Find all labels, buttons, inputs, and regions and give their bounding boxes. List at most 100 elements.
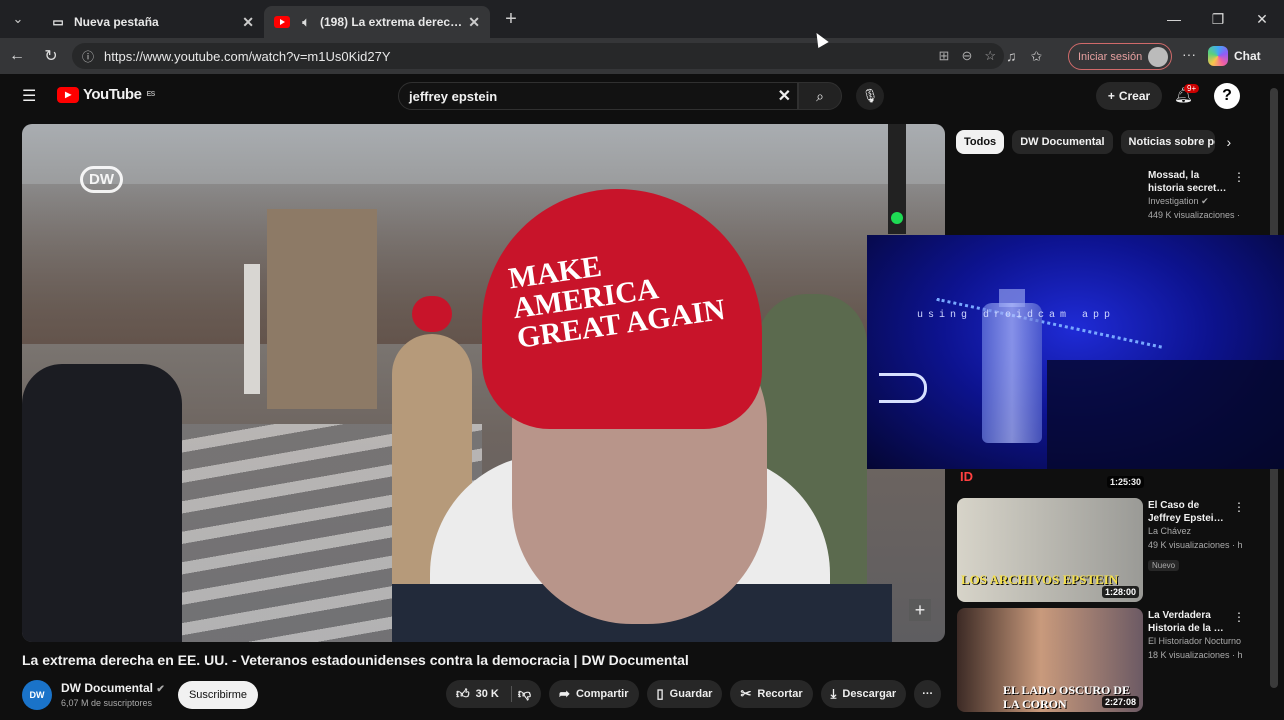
download-button[interactable]: ⤓ Descargar [820,680,907,708]
video-title: La extrema derecha en EE. UU. - Veterano… [22,652,689,668]
account-avatar[interactable]: ? [1214,83,1240,109]
address-toolbar: ← ↻ ⓘ https://www.youtube.com/watch?v=m1… [0,38,1284,74]
recommendation-item[interactable]: LOS ARCHIVOS EPSTEIN 1:28:00 El Caso de … [957,498,1247,602]
favorite-star-icon[interactable]: ☆ [984,48,996,64]
create-button[interactable]: + Crear [1096,82,1162,110]
youtube-icon [274,14,290,30]
related-chips: Todos DW Documental Noticias sobre po › [956,130,1231,154]
share-icon: ➦ [559,686,570,701]
subscribe-button[interactable]: Suscribirme [178,681,258,709]
channel-name-text: DW Documental [61,681,154,695]
back-icon[interactable]: ← [0,47,34,65]
more-vert-icon[interactable]: ⋮ [1233,610,1245,624]
chip-all[interactable]: Todos [956,130,1005,154]
more-vert-icon[interactable]: ⋮ [1233,500,1245,514]
maximize-button[interactable]: ❐ [1196,0,1240,38]
recommendation-title[interactable]: La Verdadera Historia de la … [1148,609,1234,635]
save-button[interactable]: ▯ Guardar [646,680,723,708]
video-actions: 👍︎ 30 K 👎︎ ➦ Compartir ▯ Guardar ✂ Recortar ⤓… [446,680,942,708]
video-sign [244,264,260,394]
search-input[interactable]: jeffrey epstein ✕ [398,82,798,110]
menu-icon[interactable]: ☰ [22,86,36,106]
share-label: Compartir [575,688,629,700]
profile-avatar [1148,47,1168,67]
like-divider [510,686,512,702]
search-icon: ⌕ [816,87,824,104]
verified-icon: ✔ [1201,196,1209,206]
clip-button[interactable]: ✂ Recortar [730,680,813,708]
tab-title: Nueva pestaña [74,15,159,29]
close-window-button[interactable]: ✕ [1240,0,1284,38]
minimize-button[interactable]: — [1152,0,1196,38]
tab-new-tab[interactable]: ▭ Nueva pestaña ✕ [40,6,264,38]
recommendation-thumbnail[interactable]: LOS ARCHIVOS EPSTEIN 1:28:00 [957,498,1143,602]
recommendation-channel[interactable]: La Chávez [1148,526,1191,536]
recommendation-channel[interactable]: Investigation ✔ [1148,196,1209,207]
recommendation-title[interactable]: Mossad, la historia secret… [1148,169,1234,195]
chip-news[interactable]: Noticias sobre po [1120,130,1215,154]
youtube-logo[interactable]: ▶ YouTube ES [57,86,155,103]
plus-icon: + [1107,89,1115,103]
bottle [982,303,1042,443]
tab-actions-menu-icon[interactable]: ⌄ [0,0,36,38]
download-label: Descargar [842,688,897,700]
like-count: 30 K [475,688,499,700]
more-actions-button[interactable]: ··· [914,680,942,708]
subscriber-count: 6,07 M de suscriptores [61,698,153,708]
thumbnail-caption: LOS ARCHIVOS EPSTEIN [961,572,1119,587]
url-actions: ⊞ ⊖ ☆ [939,48,996,64]
video-owner-row: DW DW Documental ✔ 6,07 M de suscriptore… [22,678,945,714]
logo-region: ES [146,91,155,98]
scissors-icon: ✂ [740,686,752,701]
voice-search-button[interactable]: 🎙︎ [856,82,884,110]
url-field[interactable]: ⓘ https://www.youtube.com/watch?v=m1Us0K… [72,43,1004,69]
recommendation-title[interactable]: El Caso de Jeffrey Epstei… [1148,499,1234,525]
tab-youtube[interactable]: 🔈︎ (198) La extrema derecha en EE. UU. ✕ [264,6,490,38]
recommendation-channel[interactable]: El Historiador Nocturno [1148,636,1241,646]
recommendation-channel-text: Investigation [1148,196,1199,206]
overlay-shadow [1047,360,1284,469]
sign-in-button[interactable]: Iniciar sesión [1068,43,1172,70]
recommendation-item[interactable]: EL LADO OSCURO DE LA CORON 2:27:08 La Ve… [957,608,1247,712]
channel-avatar[interactable]: DW [22,680,52,710]
new-badge: Nuevo [1148,560,1180,571]
sign-in-label: Iniciar sesión [1078,50,1143,63]
new-tab-button[interactable]: + [496,8,526,31]
more-vert-icon[interactable]: ⋮ [1233,170,1245,184]
close-tab-icon[interactable]: ✕ [242,14,254,31]
youtube-masthead: ☰ ▶ YouTube ES jeffrey epstein ✕ ⌕ 🎙︎ + … [0,74,1264,118]
site-info-icon[interactable]: ⓘ [82,48,94,65]
video-green-light [891,212,903,224]
notifications-badge: 9+ [1184,84,1200,93]
video-pillar [267,209,377,409]
clip-label: Recortar [757,688,803,700]
more-menu-icon[interactable]: ··· [1182,46,1196,62]
like-button[interactable]: 👍︎ 30 K 👎︎ [446,680,542,708]
copilot-chat-button[interactable]: Chat [1208,43,1278,69]
thumbs-down-icon[interactable]: 👎︎ [518,686,531,702]
video-duration: 1:28:00 [1101,586,1139,598]
recommendation-meta: 49 K visualizaciones · h [1148,540,1243,550]
video-foreground-shoulder [22,364,182,642]
speaker-icon[interactable]: 🔈︎ [298,14,314,30]
channel-name[interactable]: DW Documental ✔ [61,681,165,695]
music-icon[interactable]: ♫ [1006,48,1017,64]
chip-dw-documental[interactable]: DW Documental [1012,130,1113,154]
video-player[interactable]: MAKE AMERICA GREAT AGAIN DW + [22,124,945,642]
reload-icon[interactable]: ↻ [34,46,68,66]
search-button[interactable]: ⌕ [798,82,842,110]
favorites-icon[interactable]: ✩ [1031,48,1043,65]
logo-text: YouTube [83,86,142,103]
url-text: https://www.youtube.com/watch?v=m1Us0Kid… [104,48,391,64]
thumbs-up-icon: 👍︎ [456,686,470,701]
window-controls: — ❐ ✕ [1152,0,1284,38]
add-to-queue-button[interactable]: + [909,599,931,621]
clear-search-icon[interactable]: ✕ [778,86,791,106]
chevron-right-icon[interactable]: › [1227,134,1232,150]
close-tab-icon[interactable]: ✕ [468,14,480,31]
hidden-rec-channel-logo: ID [960,469,973,484]
zoom-icon[interactable]: ⊖ [961,48,972,64]
recommendation-thumbnail[interactable]: EL LADO OSCURO DE LA CORON 2:27:08 [957,608,1143,712]
app-available-icon[interactable]: ⊞ [939,48,950,64]
share-button[interactable]: ➦ Compartir [549,680,639,708]
